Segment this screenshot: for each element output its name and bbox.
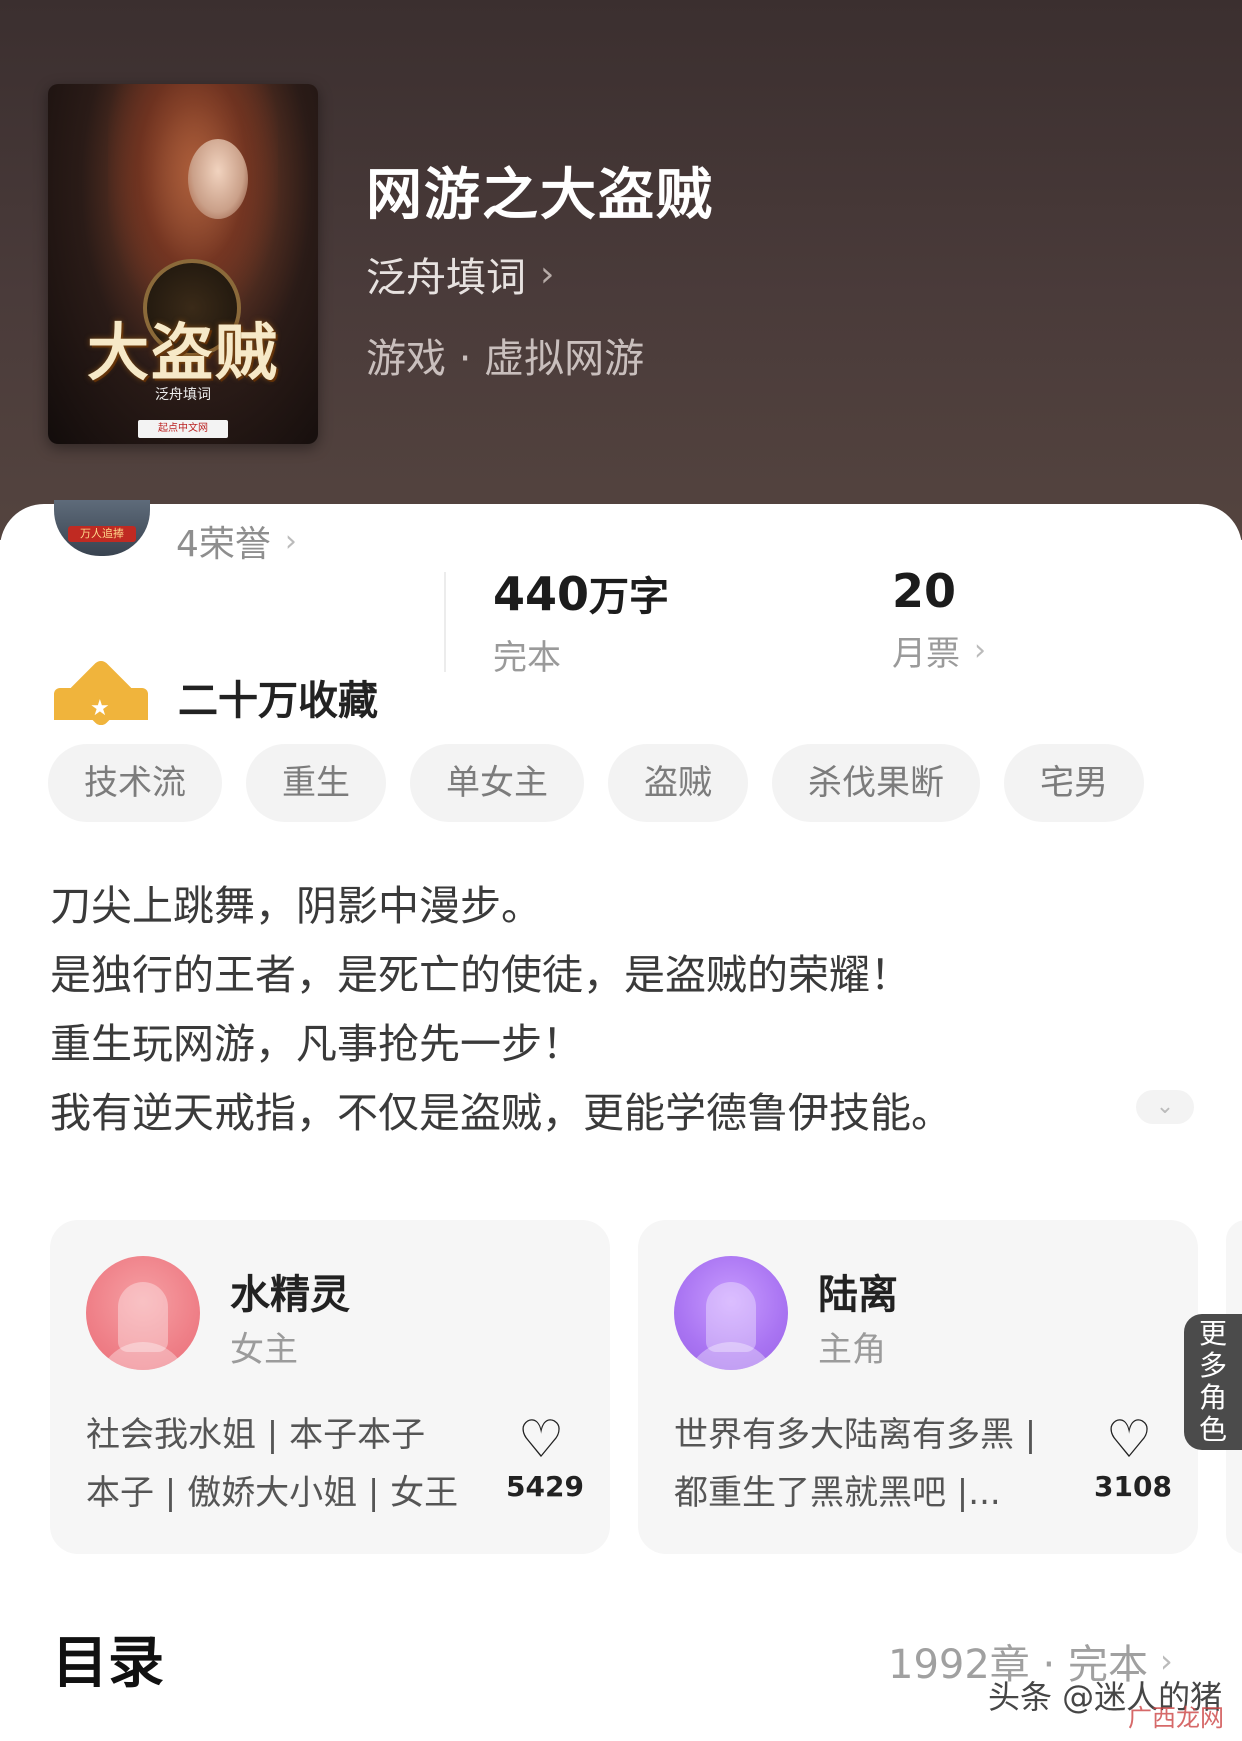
- chevron-down-icon[interactable]: ⌄: [1136, 1090, 1194, 1124]
- role-card[interactable]: 水精灵 女主 社会我水姐 | 本子本子 本子 | 傲娇大小姐 | 女王 ♡ 54…: [50, 1220, 610, 1554]
- tag-chip[interactable]: 杀伐果断: [772, 744, 980, 822]
- book-title: 网游之大盗贼: [366, 162, 714, 228]
- role-type: 主角: [818, 1330, 886, 1370]
- role-desc-line: 社会我水姐 | 本子本子: [86, 1415, 426, 1455]
- cover-publisher: 起点中文网: [138, 420, 228, 438]
- synopsis[interactable]: 刀尖上跳舞，阴影中漫步。 是独行的王者，是死亡的使徒，是盗贼的荣耀！ 重生玩网游…: [50, 872, 1130, 1148]
- tag-chip[interactable]: 技术流: [48, 744, 222, 822]
- role-description: 世界有多大陆离有多黑 | 都重生了黑就黑吧 |...: [674, 1406, 1074, 1522]
- chevron-right-icon: ›: [540, 253, 555, 295]
- honor-label: 4荣誉: [176, 524, 271, 565]
- chevron-right-icon: ›: [284, 523, 297, 559]
- tag-chip[interactable]: 盗贼: [608, 744, 748, 822]
- heart-icon: ♡: [1105, 1410, 1153, 1470]
- more-roles-char: 色: [1198, 1413, 1227, 1446]
- collection-label: 二十万收藏: [178, 678, 378, 724]
- cover-art-face: [188, 139, 248, 219]
- like-button[interactable]: ♡ 3108: [1094, 1410, 1172, 1503]
- honor-link[interactable]: 4荣誉 ›: [176, 515, 297, 567]
- tag-chip[interactable]: 宅男: [1004, 744, 1144, 822]
- stats-divider: [444, 572, 446, 672]
- synopsis-line: 我有逆天戒指，不仅是盗贼，更能学德鲁伊技能。: [50, 1089, 952, 1137]
- more-roles-char: 角: [1198, 1381, 1227, 1414]
- monthly-votes-stat[interactable]: 20 月票 ›: [892, 564, 986, 675]
- author-name: 泛舟填词: [366, 255, 526, 301]
- chevron-right-icon: ›: [974, 633, 986, 668]
- avatar: [86, 1256, 200, 1370]
- word-count-stat: 440万字 完本: [493, 564, 669, 679]
- crown-icon: ★: [54, 657, 148, 729]
- watermark-site: 广西龙网: [1128, 1704, 1224, 1732]
- word-count-unit: 万字: [589, 574, 670, 620]
- monthly-votes-label: 月票: [892, 634, 960, 674]
- role-description: 社会我水姐 | 本子本子 本子 | 傲娇大小姐 | 女王: [86, 1406, 486, 1522]
- toc-title: 目录: [52, 1631, 164, 1696]
- cover-title: 大盗贼: [86, 316, 279, 389]
- book-cover[interactable]: 大盗贼 泛舟填词 起点中文网: [48, 84, 318, 444]
- tag-list: 技术流 重生 单女主 盗贼 杀伐果断 宅男: [48, 744, 1144, 822]
- role-card[interactable]: 陆离 主角 世界有多大陆离有多黑 | 都重生了黑就黑吧 |... ♡ 3108: [638, 1220, 1198, 1554]
- tag-chip[interactable]: 重生: [246, 744, 386, 822]
- like-count: 5429: [506, 1470, 584, 1503]
- role-name: 陆离: [818, 1272, 898, 1318]
- heart-icon: ♡: [517, 1410, 565, 1470]
- role-desc-line: 都重生了黑就黑吧 |...: [674, 1473, 1001, 1513]
- avatar: [674, 1256, 788, 1370]
- like-button[interactable]: ♡ 5429: [506, 1410, 584, 1503]
- more-roles-char: 更: [1198, 1317, 1227, 1350]
- role-name: 水精灵: [230, 1272, 350, 1318]
- badge-ribbon: 万人追捧: [68, 526, 136, 542]
- word-count-label: 完本: [493, 638, 561, 678]
- synopsis-line: 刀尖上跳舞，阴影中漫步。: [50, 882, 542, 930]
- author-link[interactable]: 泛舟填词 ›: [366, 245, 554, 303]
- more-roles-char: 多: [1198, 1349, 1227, 1382]
- honor-badge-icon[interactable]: 万人追捧: [54, 500, 150, 556]
- role-desc-line: 世界有多大陆离有多黑 |: [674, 1415, 1037, 1455]
- more-roles-button[interactable]: 更 多 角 色: [1184, 1314, 1242, 1450]
- like-count: 3108: [1094, 1470, 1172, 1503]
- cover-author: 泛舟填词: [155, 387, 211, 403]
- role-desc-line: 本子 | 傲娇大小姐 | 女王: [86, 1473, 459, 1513]
- word-count-value: 440: [493, 567, 590, 621]
- book-genre: 游戏 · 虚拟网游: [366, 336, 645, 382]
- synopsis-line: 重生玩网游，凡事抢先一步！: [50, 1020, 583, 1068]
- synopsis-line: 是独行的王者，是死亡的使徒，是盗贼的荣耀！: [50, 951, 911, 999]
- tag-chip[interactable]: 单女主: [410, 744, 584, 822]
- role-type: 女主: [230, 1330, 298, 1370]
- monthly-votes-value: 20: [892, 564, 957, 618]
